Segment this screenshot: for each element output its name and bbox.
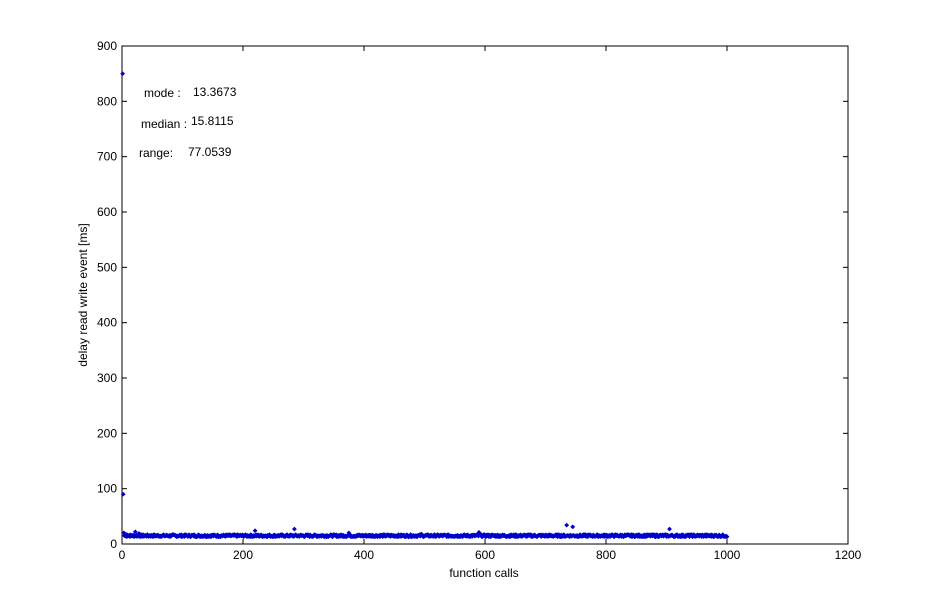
y-tick-label: 0 bbox=[110, 537, 117, 551]
y-tick-label: 600 bbox=[97, 205, 117, 219]
x-tick-label: 800 bbox=[596, 548, 616, 562]
x-tick-label: 400 bbox=[354, 548, 374, 562]
y-axis-label: delay read write event [ms] bbox=[76, 223, 90, 366]
annotation-mode-value: 13.3673 bbox=[193, 85, 237, 99]
x-tick-label: 0 bbox=[119, 548, 126, 562]
annotation-mode-label: mode : bbox=[144, 86, 181, 100]
y-tick-label: 200 bbox=[97, 426, 117, 440]
y-tick-label: 500 bbox=[97, 260, 117, 274]
y-tick-label: 800 bbox=[97, 94, 117, 108]
x-tick-label: 1000 bbox=[714, 548, 741, 562]
x-tick-label: 600 bbox=[475, 548, 495, 562]
annotation-range-label: range: bbox=[139, 146, 173, 160]
y-tick-label: 900 bbox=[97, 39, 117, 53]
y-tick-label: 400 bbox=[97, 316, 117, 330]
annotation-median-value: 15.8115 bbox=[191, 114, 234, 128]
annotation-range-value: 77.0539 bbox=[188, 145, 232, 159]
scatter-chart: 0 200 400 600 800 1000 1200 0 100 200 300 400 500 600… bbox=[0, 0, 937, 611]
y-tick-label: 100 bbox=[97, 482, 117, 496]
y-tick-label: 300 bbox=[97, 371, 117, 385]
x-tick-label: 200 bbox=[233, 548, 253, 562]
annotation-median-label: median : bbox=[141, 117, 187, 131]
figure: 0 200 400 600 800 1000 1200 0 100 200 300 400 500 600… bbox=[0, 0, 937, 611]
y-tick-label: 700 bbox=[97, 150, 117, 164]
x-axis-label: function calls bbox=[449, 566, 518, 580]
x-tick-label: 1200 bbox=[835, 548, 862, 562]
